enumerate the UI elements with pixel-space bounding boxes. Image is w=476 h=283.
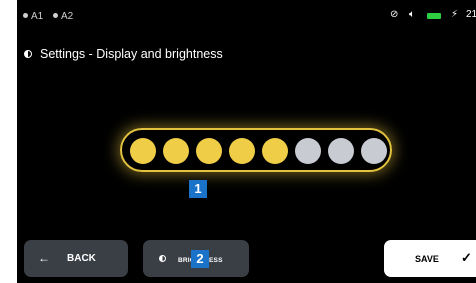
page-title-text: Settings - Display and brightness: [40, 47, 223, 61]
channel-a2: A2: [53, 11, 73, 22]
brightness-segment-inactive[interactable]: [295, 138, 321, 164]
leaf-icon: ⊘: [390, 9, 399, 20]
clock-time: 21:: [466, 9, 476, 20]
brightness-segment-active[interactable]: [163, 138, 189, 164]
channel-dot-icon: [53, 13, 59, 18]
checkmark-icon: ✓: [461, 250, 472, 265]
brightness-segment-inactive[interactable]: [361, 138, 387, 164]
back-button[interactable]: ← BACK: [24, 240, 128, 277]
brightness-icon: [24, 50, 32, 58]
battery-icon: [427, 13, 441, 19]
back-button-label: BACK: [67, 253, 96, 264]
status-icons: ⊘ 🔈︎ ⚡︎ 21:: [390, 9, 476, 23]
brightness-slider[interactable]: [120, 128, 392, 172]
channel-a1: A1: [23, 11, 43, 22]
save-button[interactable]: SAVE ✓: [384, 240, 476, 277]
page-title: Settings - Display and brightness: [24, 47, 223, 61]
brightness-segment-active[interactable]: [130, 138, 156, 164]
brightness-segment-inactive[interactable]: [328, 138, 354, 164]
channel-dot-icon: [23, 13, 28, 18]
brightness-segment-active[interactable]: [229, 138, 255, 164]
arrow-left-icon: ←: [38, 251, 50, 265]
save-button-label: SAVE: [415, 254, 439, 264]
volume-icon: 🔈︎: [409, 9, 415, 20]
annotation-marker-1: 1: [189, 180, 207, 198]
device-screen: A1 A2 ⊘ 🔈︎ ⚡︎ 21: Settings - Display and…: [17, 0, 476, 283]
brightness-segment-active[interactable]: [196, 138, 222, 164]
brightness-icon: [159, 255, 166, 262]
brightness-segment-active[interactable]: [262, 138, 288, 164]
channel-indicators: A1 A2: [23, 11, 80, 22]
annotation-marker-2: 2: [191, 250, 209, 268]
status-bar: A1 A2 ⊘ 🔈︎ ⚡︎ 21:: [17, 0, 476, 36]
charging-icon: ⚡︎: [451, 9, 459, 20]
